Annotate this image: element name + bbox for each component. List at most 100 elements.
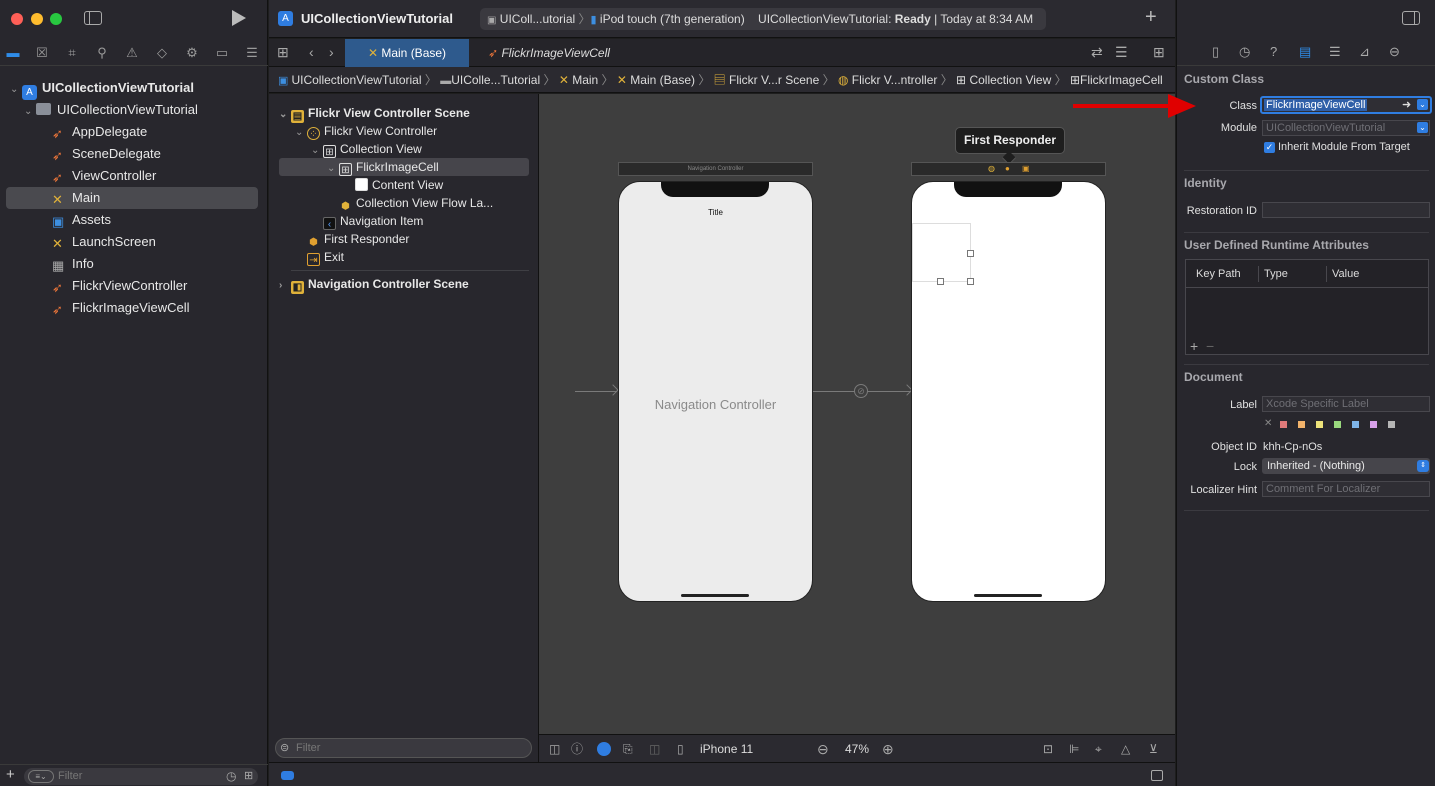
tab-main-base[interactable]: ✕ Main (Base) bbox=[345, 39, 469, 67]
navigator-filter-input[interactable]: ≡⌄ Filter ◷ ⊞ bbox=[24, 768, 258, 785]
zoom-level[interactable]: 47% bbox=[845, 735, 869, 763]
color-swatch[interactable] bbox=[1316, 421, 1323, 428]
resolve-icon[interactable]: △ bbox=[1121, 735, 1130, 763]
folder-tab-icon[interactable]: ▬ bbox=[4, 44, 22, 62]
resize-handle[interactable] bbox=[967, 250, 974, 257]
scm-filter-icon[interactable]: ⊞ bbox=[244, 769, 253, 782]
destination-selector[interactable]: iPod touch (7th generation) bbox=[600, 12, 745, 26]
library-icon[interactable]: ⊻ bbox=[1149, 735, 1158, 763]
collection-cell-selection[interactable] bbox=[912, 223, 974, 285]
jump-item-project[interactable]: UICollectionViewTutorial bbox=[291, 73, 421, 87]
tree-item-group[interactable]: ⌄ UICollectionViewTutorial bbox=[6, 99, 258, 121]
color-swatch[interactable] bbox=[1352, 421, 1359, 428]
add-tab-icon[interactable]: + bbox=[1145, 6, 1157, 29]
pin-icon[interactable]: ⌖ bbox=[1095, 735, 1102, 763]
appearance-icon[interactable] bbox=[597, 742, 611, 756]
find-tab-icon[interactable]: ⚲ bbox=[93, 44, 111, 62]
device-selector[interactable]: iPhone 11 bbox=[700, 735, 753, 763]
connections-inspector-icon[interactable]: ⊖ bbox=[1389, 44, 1400, 60]
test-tab-icon[interactable]: ◇ bbox=[153, 44, 171, 62]
report-tab-icon[interactable]: ☰ bbox=[243, 44, 261, 62]
split-editor-icon[interactable]: ⊞ bbox=[1153, 44, 1165, 61]
zoom-out-icon[interactable]: ⊖ bbox=[817, 735, 829, 763]
history-inspector-icon[interactable]: ◷ bbox=[1239, 44, 1250, 60]
forward-icon[interactable]: › bbox=[329, 44, 334, 60]
outline-item-first-responder[interactable]: ⬢ First Responder bbox=[279, 230, 529, 248]
tree-item-viewcontroller[interactable]: ➶ ViewController bbox=[6, 165, 258, 187]
dock-first-responder-icon[interactable]: ● bbox=[1005, 164, 1010, 173]
toggle-inspector-icon[interactable] bbox=[1402, 11, 1420, 25]
go-to-class-icon[interactable]: ➜ bbox=[1402, 98, 1411, 111]
color-swatch[interactable] bbox=[1388, 421, 1395, 428]
attributes-inspector-icon[interactable]: ☰ bbox=[1329, 44, 1341, 60]
recent-files-icon[interactable]: ◷ bbox=[226, 769, 236, 783]
jump-item-controller[interactable]: Flickr V...ntroller bbox=[852, 73, 938, 87]
issue-tab-icon[interactable]: ⚠ bbox=[123, 44, 141, 62]
outline-item-flickr-image-cell[interactable]: ⌄ ⊞ FlickrImageCell bbox=[279, 158, 529, 176]
no-color-icon[interactable]: ✕ bbox=[1264, 418, 1272, 429]
tree-item-launchscreen[interactable]: ✕ LaunchScreen bbox=[6, 231, 258, 253]
tree-item-assets[interactable]: ▣ Assets bbox=[6, 209, 258, 231]
remove-attribute-icon[interactable]: − bbox=[1206, 338, 1214, 354]
debug-area-icon[interactable] bbox=[1151, 770, 1163, 781]
zoom-window-button[interactable] bbox=[50, 13, 62, 25]
jump-item-group[interactable]: UIColle...Tutorial bbox=[451, 73, 540, 87]
debug-tab-icon[interactable]: ⚙ bbox=[183, 44, 201, 62]
color-swatch[interactable] bbox=[1370, 421, 1377, 428]
editor-options-icon[interactable]: ☰ bbox=[1115, 44, 1128, 61]
close-window-button[interactable] bbox=[11, 13, 23, 25]
outline-item-nav-scene[interactable]: › ◧ Navigation Controller Scene bbox=[279, 275, 529, 294]
accessibility-icon[interactable]: ⓘ bbox=[571, 735, 583, 763]
related-items-icon[interactable]: ⇄ bbox=[1091, 44, 1103, 61]
storyboard-canvas[interactable]: Navigation Controller Title Navigation C… bbox=[539, 94, 1175, 734]
dock-controller-icon[interactable]: ◍ bbox=[988, 164, 995, 173]
tree-item-scenedelegate[interactable]: ➶ SceneDelegate bbox=[6, 143, 258, 165]
tab-flickrimageviewcell[interactable]: ➶ FlickrImageViewCell bbox=[469, 39, 629, 67]
tree-item-appdelegate[interactable]: ➶ AppDelegate bbox=[6, 121, 258, 143]
filter-options-icon[interactable]: ≡⌄ bbox=[28, 770, 54, 783]
restoration-id-field[interactable] bbox=[1262, 202, 1430, 218]
color-swatch[interactable] bbox=[1298, 421, 1305, 428]
orientation-icon[interactable]: ⎘ bbox=[623, 735, 633, 763]
color-swatch[interactable] bbox=[1280, 421, 1287, 428]
symbol-tab-icon[interactable]: ⌗ bbox=[63, 44, 81, 62]
localizer-hint-field[interactable]: Comment For Localizer bbox=[1262, 481, 1430, 497]
tree-item-flickrviewcontroller[interactable]: ➶ FlickrViewController bbox=[6, 275, 258, 297]
outline-filter-input[interactable]: ⊜ Filter bbox=[275, 738, 532, 758]
nav-scene-dock[interactable]: Navigation Controller bbox=[618, 162, 813, 176]
trait-icon[interactable]: ◫ bbox=[649, 735, 660, 763]
tree-item-main[interactable]: ✕ Main bbox=[6, 187, 258, 209]
flickr-controller-phone[interactable] bbox=[911, 181, 1106, 602]
outline-item-collection-view[interactable]: ⌄ ⊞ Collection View bbox=[279, 140, 529, 158]
add-icon[interactable]: + bbox=[6, 766, 15, 783]
resize-handle[interactable] bbox=[967, 278, 974, 285]
jump-item-scene[interactable]: Flickr V...r Scene bbox=[729, 73, 819, 87]
run-icon[interactable] bbox=[232, 10, 246, 26]
console-toggle-icon[interactable] bbox=[281, 771, 294, 780]
outline-item-flickr-controller[interactable]: ⌄ ⁘ Flickr View Controller bbox=[279, 122, 529, 140]
back-icon[interactable]: ‹ bbox=[309, 44, 314, 60]
class-field[interactable]: FlickrImageViewCell ➜ ⌄ bbox=[1260, 96, 1432, 114]
column-value[interactable]: Value bbox=[1332, 260, 1359, 288]
breakpoint-tab-icon[interactable]: ▭ bbox=[213, 44, 231, 62]
tree-item-project[interactable]: ⌄ A UICollectionViewTutorial bbox=[6, 77, 258, 100]
column-type[interactable]: Type bbox=[1264, 260, 1288, 288]
file-inspector-icon[interactable]: ▯ bbox=[1212, 44, 1219, 60]
jump-item-main-base[interactable]: Main (Base) bbox=[630, 73, 695, 87]
segue-icon[interactable]: ⊘ bbox=[854, 384, 868, 398]
zoom-in-icon[interactable]: ⊕ bbox=[882, 735, 894, 763]
add-attribute-icon[interactable]: + bbox=[1190, 338, 1198, 354]
module-field[interactable]: UICollectionViewTutorial ⌄ bbox=[1262, 120, 1430, 136]
flickr-scene-dock[interactable]: ◍ ● ▣ bbox=[911, 162, 1106, 176]
grid-icon[interactable]: ⊞ bbox=[277, 44, 289, 61]
resize-handle[interactable] bbox=[937, 278, 944, 285]
outline-item-flow-layout[interactable]: ⬢ Collection View Flow La... bbox=[279, 194, 529, 212]
toggle-navigator-icon[interactable] bbox=[84, 11, 102, 25]
tree-item-flickrimageviewcell[interactable]: ➶ FlickrImageViewCell bbox=[6, 297, 258, 319]
embed-icon[interactable]: ⊡ bbox=[1043, 735, 1053, 763]
color-swatch[interactable] bbox=[1334, 421, 1341, 428]
outline-item-exit[interactable]: ⇥ Exit bbox=[279, 248, 529, 266]
jump-item-collection-view[interactable]: Collection View bbox=[969, 73, 1051, 87]
class-dropdown-icon[interactable]: ⌄ bbox=[1417, 99, 1428, 110]
outline-toggle-icon[interactable]: ◫ bbox=[549, 735, 560, 763]
